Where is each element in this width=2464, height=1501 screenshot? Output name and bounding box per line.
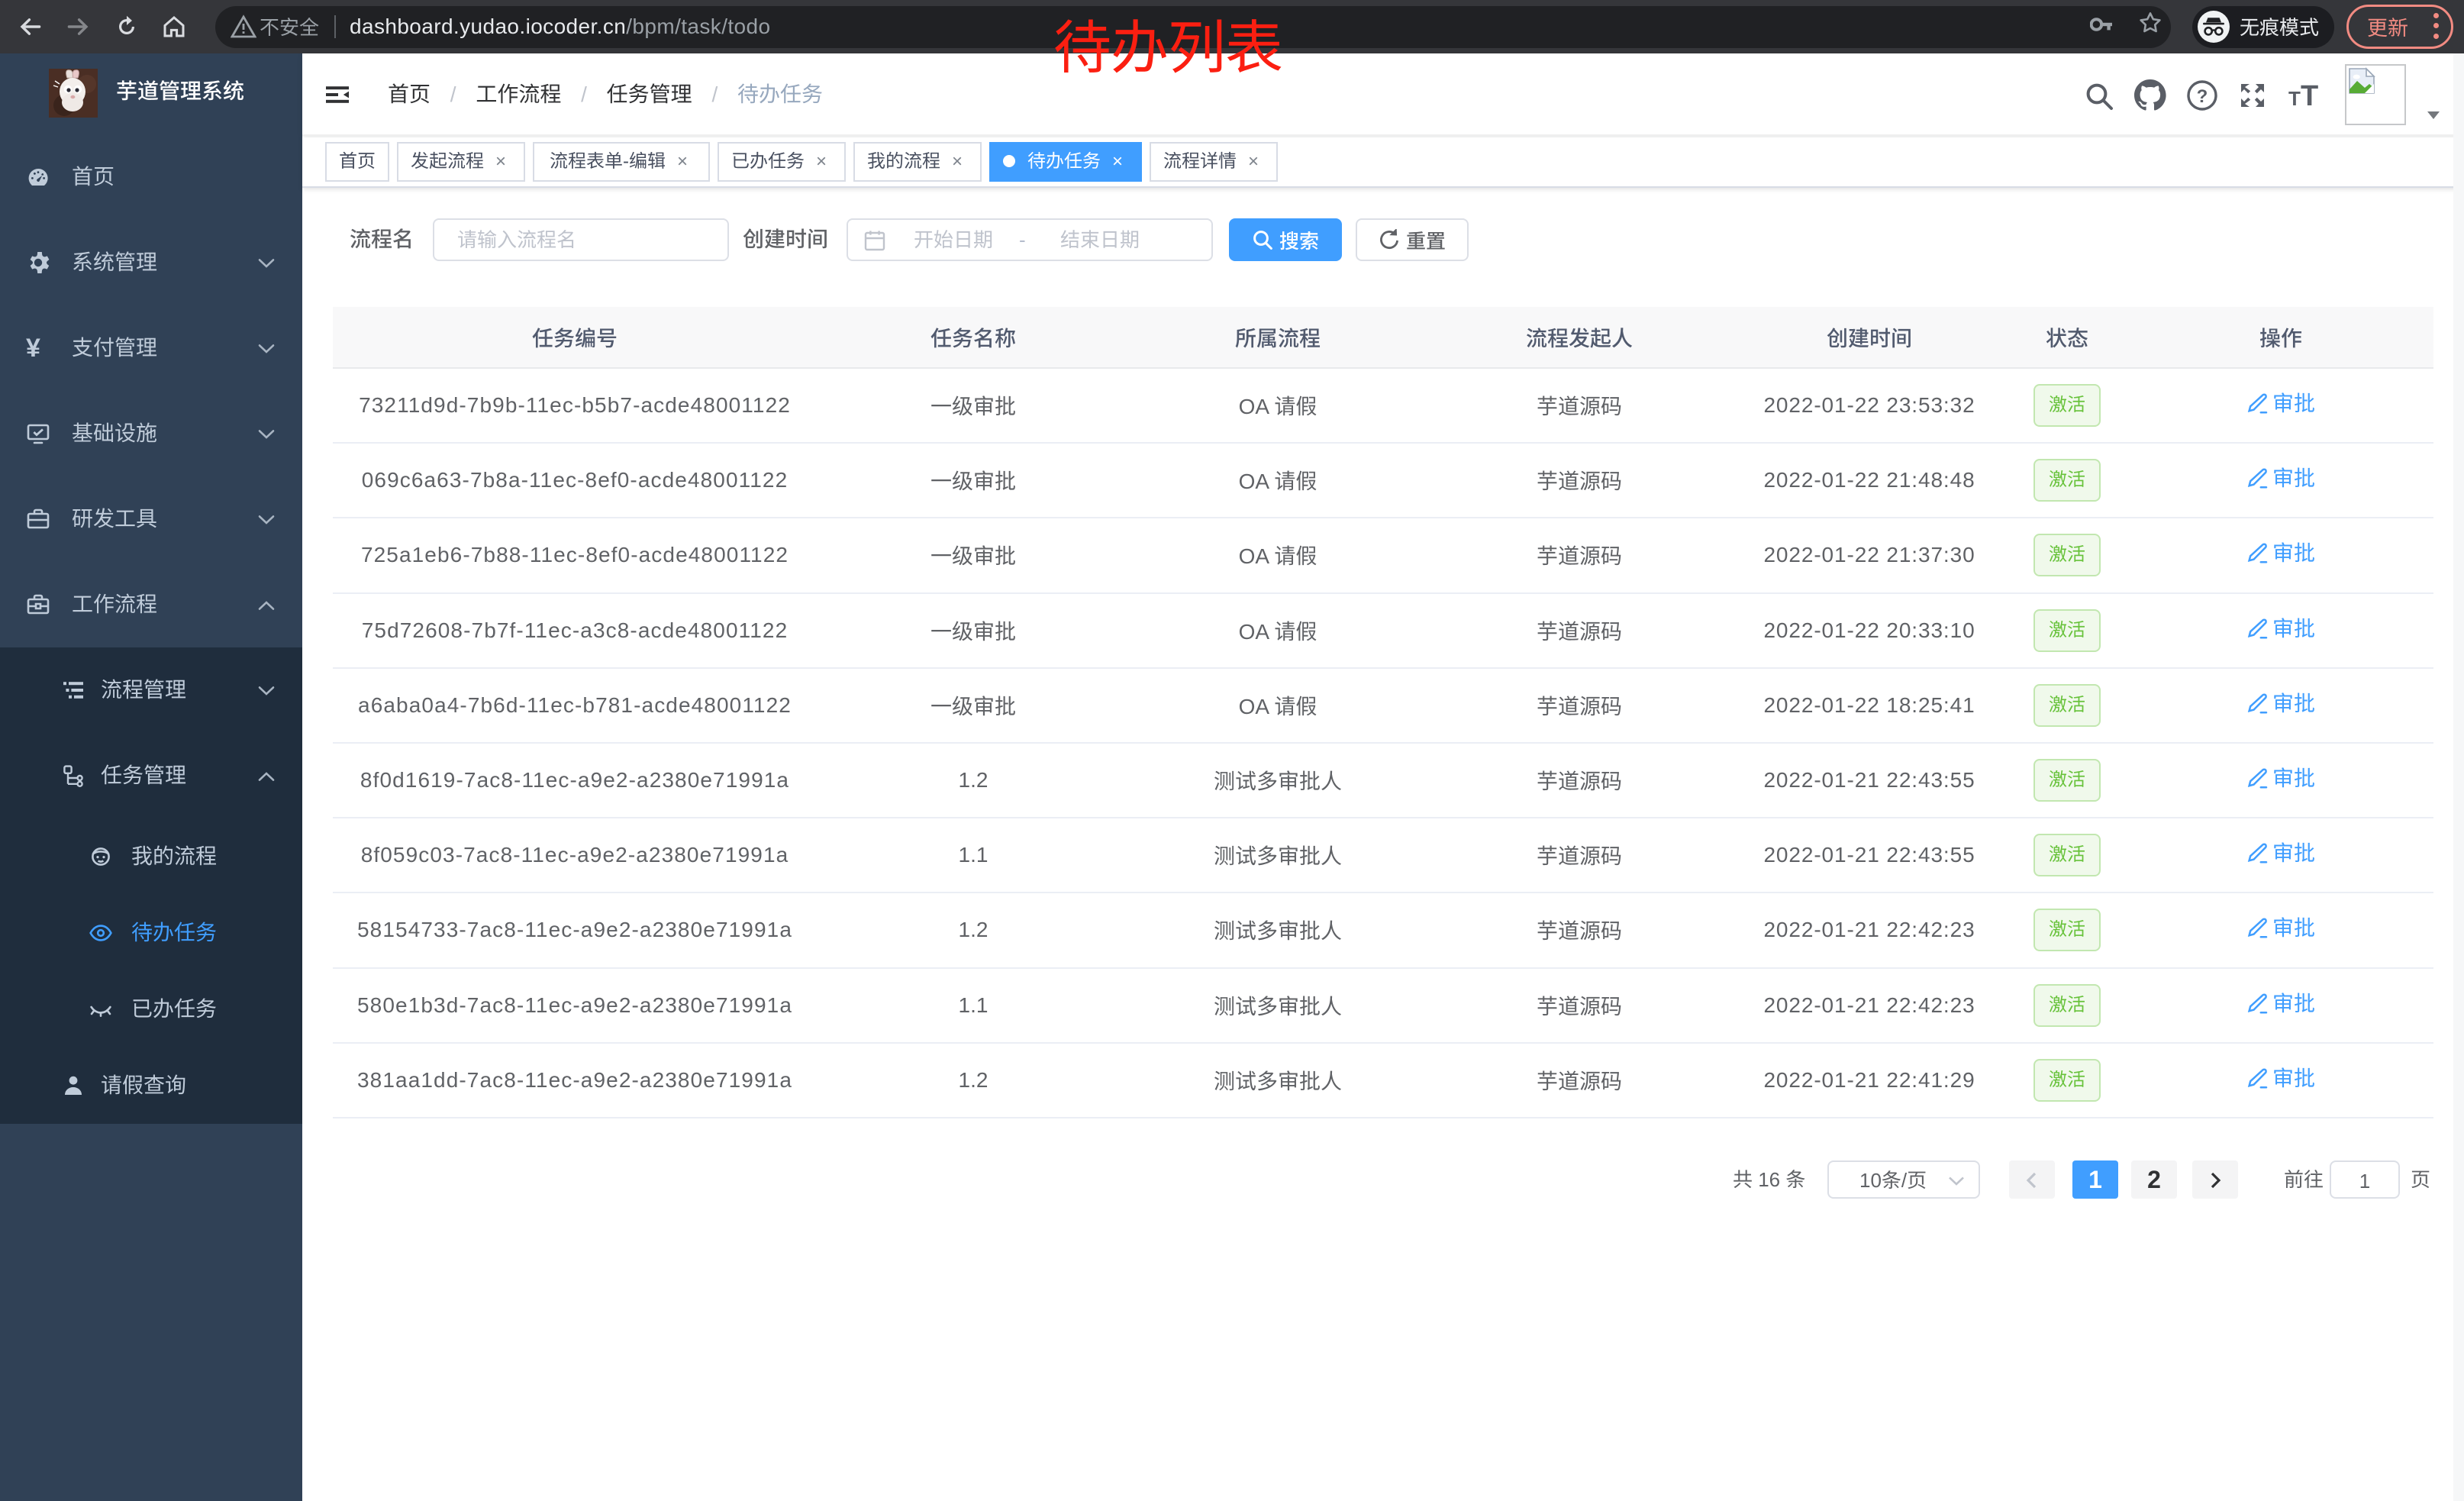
svg-text:?: ?	[2197, 86, 2208, 107]
svg-text:T: T	[2301, 80, 2318, 110]
svg-text:T: T	[2288, 87, 2301, 110]
